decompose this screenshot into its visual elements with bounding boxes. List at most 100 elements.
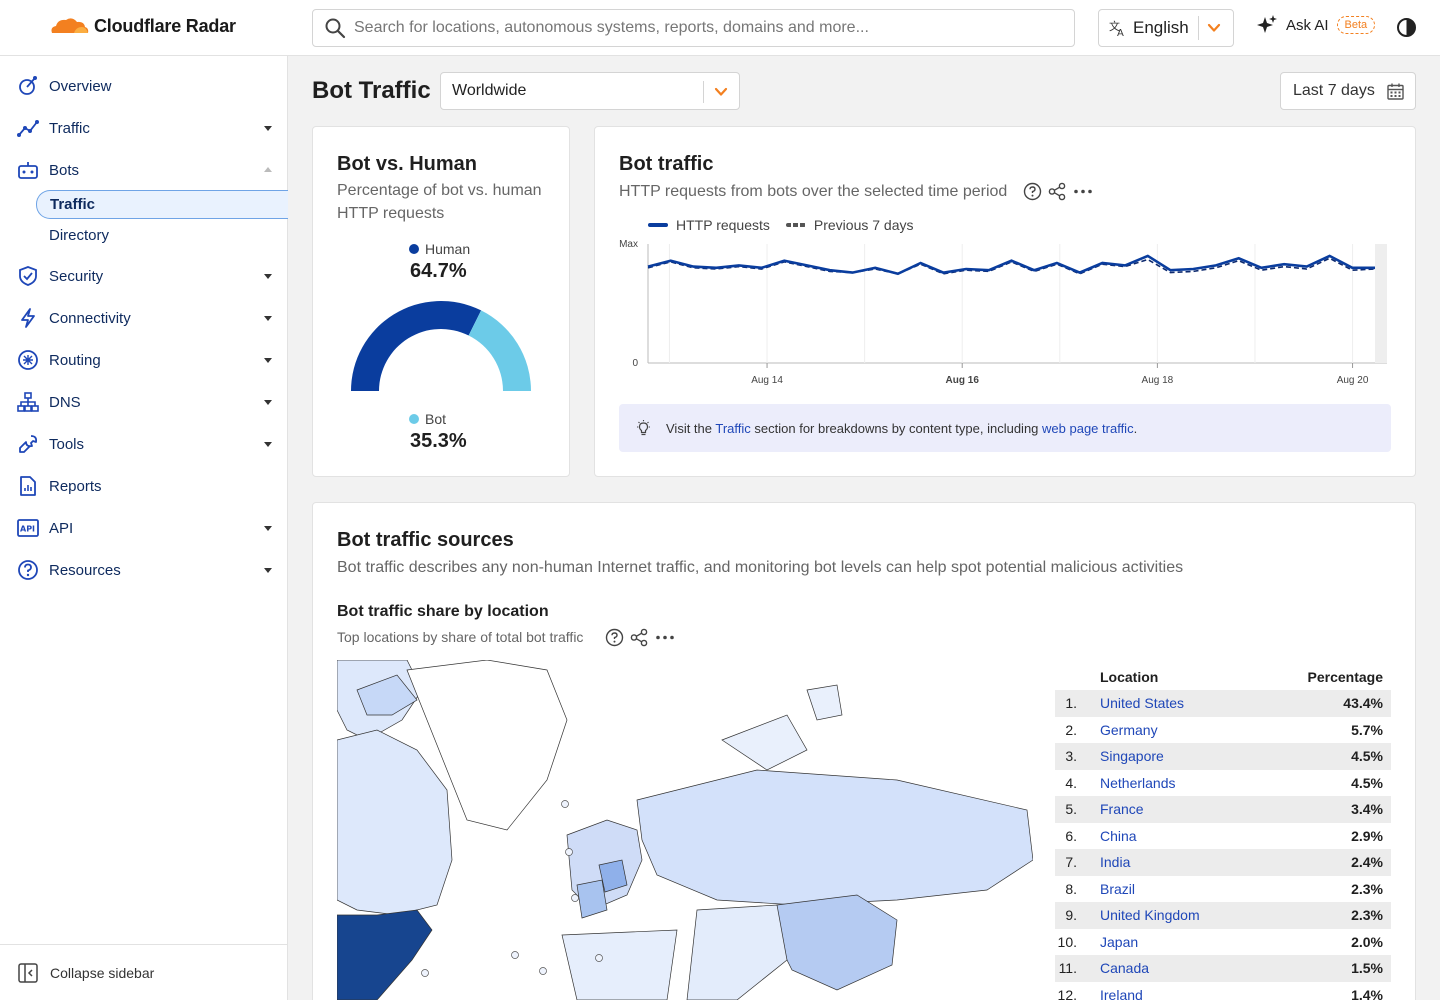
sidebar-subitem-label: Traffic [50,196,96,213]
location-select[interactable]: Worldwide [440,72,740,110]
map-region-arctic-island[interactable] [806,684,843,721]
share-icon[interactable] [1048,182,1067,201]
row-location-link[interactable]: Canada [1100,960,1149,976]
bot-traffic-world-map[interactable] [337,660,1033,1000]
row-rank: 10. [1057,933,1077,950]
row-location-link[interactable]: Brazil [1100,881,1135,897]
page-title: Bot Traffic [312,77,431,104]
table-row[interactable]: 8. Brazil 2.3% [1055,876,1391,903]
lightbulb-icon [637,419,650,435]
help-icon[interactable] [1023,182,1042,201]
row-rank: 12. [1057,986,1077,1000]
sidebar-item-connectivity[interactable]: Connectivity [0,298,288,338]
table-row[interactable]: 11. Canada 1.5% [1055,955,1391,982]
wrench-icon [19,435,38,453]
row-location-link[interactable]: United Kingdom [1100,907,1200,923]
sidebar-item-bots[interactable]: Bots [0,150,288,190]
row-location-link[interactable]: Germany [1100,722,1158,738]
brand-logo[interactable]: Cloudflare Radar [46,15,236,37]
map-marker[interactable] [571,894,579,902]
more-options-icon[interactable] [655,628,675,647]
row-percentage: 2.3% [1351,880,1383,897]
human-legend-dot [409,244,419,254]
map-marker[interactable] [511,951,519,959]
collapse-sidebar-button[interactable]: Collapse sidebar [0,944,288,1000]
tip-prefix: Visit the [666,420,716,436]
sidebar-item-traffic[interactable]: Traffic [0,108,288,148]
map-region-central-asia[interactable] [686,904,788,1000]
row-location-link[interactable]: Singapore [1100,748,1164,764]
map-region-france[interactable] [576,879,608,919]
map-marker[interactable] [421,969,429,977]
row-rank: 11. [1058,960,1077,977]
table-row[interactable]: 1. United States 43.4% [1055,690,1391,717]
row-location-link[interactable]: France [1100,801,1144,817]
table-row[interactable]: 6. China 2.9% [1055,823,1391,850]
help-icon[interactable] [605,628,624,647]
row-location-link[interactable]: United States [1100,695,1184,711]
search-box[interactable] [312,9,1075,47]
search-input[interactable] [354,19,1054,37]
row-percentage: 5.7% [1351,721,1383,738]
sidebar-item-reports[interactable]: Reports [0,466,288,506]
table-row[interactable]: 2. Germany 5.7% [1055,717,1391,744]
table-row[interactable]: 12. Ireland 1.4% [1055,982,1391,1000]
date-range-select[interactable]: Last 7 days [1280,72,1416,110]
table-row[interactable]: 5. France 3.4% [1055,796,1391,823]
sidebar-item-label: API [49,519,74,537]
row-percentage: 1.4% [1351,986,1383,1000]
gauge-bot-arc [468,310,531,391]
row-rank: 3. [1065,748,1077,765]
table-row[interactable]: 3. Singapore 4.5% [1055,743,1391,770]
map-region-china[interactable] [776,894,898,991]
row-location-link[interactable]: Japan [1100,934,1138,950]
sidebar-item-label: Routing [49,351,101,369]
map-region-canada[interactable] [337,729,453,916]
y-axis-max-label: Max [619,239,638,250]
map-region-novaya-zemlya[interactable] [721,714,808,771]
map-marker[interactable] [539,967,547,975]
row-percentage: 1.5% [1351,960,1383,977]
sidebar-item-overview[interactable]: Overview [0,66,288,106]
sidebar-subitem-bots-traffic[interactable]: Traffic [36,190,288,219]
ask-ai-button[interactable]: Ask AI Beta [1256,14,1376,36]
web-page-traffic-link[interactable]: web page traffic [1042,421,1134,436]
table-row[interactable]: 9. United Kingdom 2.3% [1055,902,1391,929]
chevron-down-icon [714,87,728,96]
map-marker[interactable] [595,954,603,962]
bot-value: 35.3% [410,430,467,452]
share-icon[interactable] [630,628,649,647]
row-location-link[interactable]: Ireland [1100,987,1143,1000]
search-icon [325,18,346,39]
sidebar-item-api[interactable]: API API [0,508,288,548]
map-region-north-africa[interactable] [561,929,678,1000]
map-region-russia[interactable] [636,769,1033,906]
sidebar-item-tools[interactable]: Tools [0,424,288,464]
sidebar-item-routing[interactable]: Routing [0,340,288,380]
sidebar-item-resources[interactable]: Resources [0,550,288,590]
traffic-section-link[interactable]: Traffic [715,421,750,436]
caret-up-icon [264,167,272,172]
sidebar-subitem-bots-directory[interactable]: Directory [36,221,288,250]
row-location-link[interactable]: India [1100,854,1130,870]
row-percentage: 2.0% [1351,933,1383,950]
row-percentage: 2.9% [1351,827,1383,844]
language-select[interactable]: 文 A English [1098,9,1234,47]
map-marker[interactable] [561,800,569,808]
map-region-united-states[interactable] [337,909,433,1000]
row-location-link[interactable]: China [1100,828,1137,844]
row-rank: 4. [1065,774,1077,791]
table-row[interactable]: 4. Netherlands 4.5% [1055,770,1391,797]
table-row[interactable]: 7. India 2.4% [1055,849,1391,876]
sidebar-item-dns[interactable]: DNS [0,382,288,422]
legend-swatch-previous [785,223,806,227]
sidebar-item-security[interactable]: Security [0,256,288,296]
column-header-location: Location [1100,669,1159,685]
row-location-link[interactable]: Netherlands [1100,775,1176,791]
theme-toggle-icon[interactable] [1396,17,1417,38]
map-marker[interactable] [565,848,573,856]
table-row[interactable]: 10. Japan 2.0% [1055,929,1391,956]
section-description: Bot traffic describes any non-human Inte… [337,559,1184,576]
x-tick-label: Aug 20 [1337,375,1369,386]
more-options-icon[interactable] [1073,182,1093,201]
